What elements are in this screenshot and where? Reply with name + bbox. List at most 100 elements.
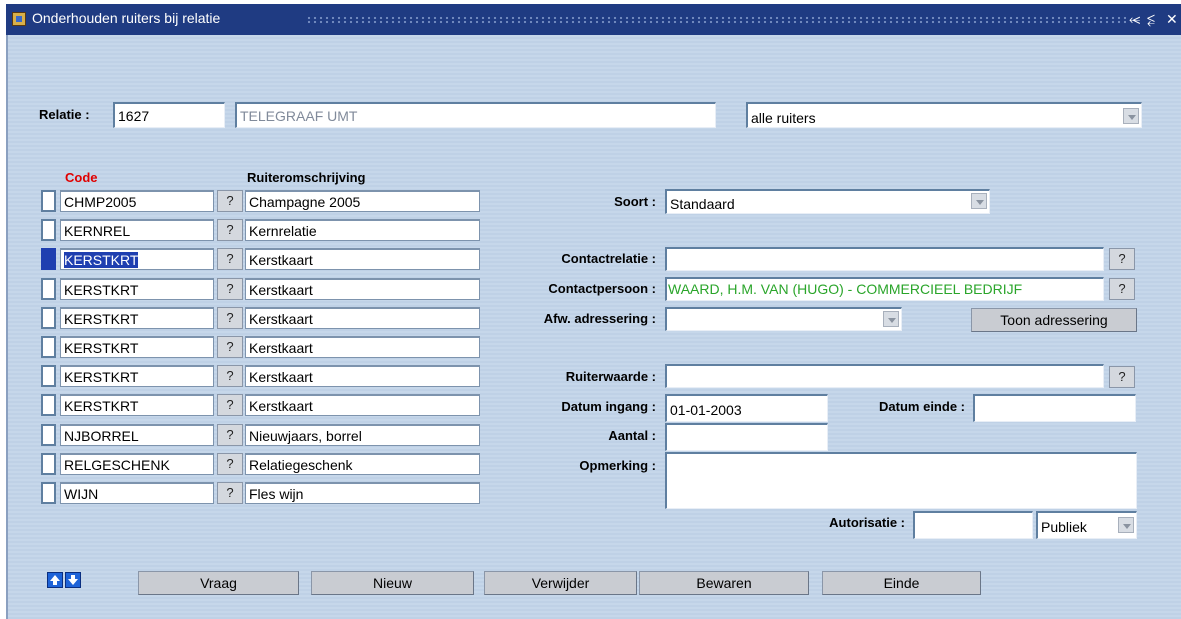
autorisatie-field[interactable]: [913, 511, 1033, 539]
row-code-lookup-button[interactable]: ?: [217, 394, 243, 416]
row-selector[interactable]: [41, 248, 56, 270]
close-button[interactable]: ✕: [1166, 10, 1178, 28]
visibility-dropdown[interactable]: Publiek: [1036, 511, 1137, 539]
row-code-field[interactable]: KERSTKRT: [60, 394, 214, 416]
row-code-lookup-button[interactable]: ?: [217, 424, 243, 446]
row-selector[interactable]: [41, 365, 56, 387]
row-code-value: KERSTKRT: [64, 311, 139, 327]
chevron-down-icon[interactable]: [1123, 108, 1139, 124]
row-code-value: KERSTKRT: [64, 252, 139, 268]
window-title: Onderhouden ruiters bij relatie: [32, 10, 221, 26]
arrow-up-icon: [50, 575, 60, 585]
row-code-field[interactable]: KERSTKRT: [60, 336, 214, 358]
chevron-down-icon[interactable]: [971, 193, 987, 209]
maximize-button[interactable]: ⥶: [1147, 10, 1155, 28]
row-code-value: KERSTKRT: [64, 398, 139, 414]
opmerking-textarea[interactable]: [665, 452, 1137, 509]
verwijder-button[interactable]: Verwijder: [484, 571, 637, 595]
row-selector[interactable]: [41, 307, 56, 329]
row-description-field[interactable]: Kerstkaart: [245, 278, 480, 300]
ruiter-filter-value: alle ruiters: [751, 110, 816, 126]
row-description-field[interactable]: Kerstkaart: [245, 248, 480, 270]
visibility-value: Publiek: [1041, 519, 1087, 535]
row-code-lookup-button[interactable]: ?: [217, 336, 243, 358]
afw-adressering-dropdown[interactable]: [665, 307, 902, 331]
row-description-field[interactable]: Kerstkaart: [245, 365, 480, 387]
row-code-lookup-button[interactable]: ?: [217, 278, 243, 300]
row-code-field[interactable]: KERSTKRT: [60, 248, 214, 270]
ruiterwaarde-lookup-button[interactable]: ?: [1109, 366, 1135, 388]
relatie-name-field[interactable]: TELEGRAAF UMT: [235, 102, 716, 128]
opmerking-label: Opmerking :: [579, 458, 656, 473]
row-code-value: WIJN: [64, 486, 99, 502]
datum-ingang-field[interactable]: 01-01-2003: [665, 394, 828, 422]
row-code-field[interactable]: RELGESCHENK: [60, 453, 214, 475]
row-code-value: RELGESCHENK: [64, 457, 170, 473]
row-code-field[interactable]: CHMP2005: [60, 190, 214, 212]
row-code-field[interactable]: WIJN: [60, 482, 214, 504]
row-selector[interactable]: [41, 219, 56, 241]
app-icon: [12, 12, 26, 26]
toon-adressering-button[interactable]: Toon adressering: [971, 308, 1137, 332]
datum-einde-field[interactable]: [973, 394, 1136, 422]
previous-record-button[interactable]: [47, 572, 63, 588]
ruiterwaarde-field[interactable]: [665, 364, 1104, 388]
row-description-field[interactable]: Kerstkaart: [245, 307, 480, 329]
row-selector[interactable]: [41, 190, 56, 212]
soort-dropdown[interactable]: Standaard: [665, 189, 990, 214]
row-code-lookup-button[interactable]: ?: [217, 453, 243, 475]
row-code-lookup-button[interactable]: ?: [217, 365, 243, 387]
row-code-lookup-button[interactable]: ?: [217, 307, 243, 329]
row-code-field[interactable]: KERSTKRT: [60, 365, 214, 387]
row-description-field[interactable]: Relatiegeschenk: [245, 453, 480, 475]
row-selector[interactable]: [41, 394, 56, 416]
minimize-button[interactable]: ⥷: [1129, 10, 1140, 28]
row-code-value: KERNREL: [64, 223, 131, 239]
ruiter-filter-dropdown[interactable]: alle ruiters: [746, 102, 1142, 128]
row-code-field[interactable]: KERNREL: [60, 219, 214, 241]
chevron-down-icon[interactable]: [1118, 517, 1134, 533]
nieuw-button[interactable]: Nieuw: [311, 571, 474, 595]
contactpersoon-label: Contactpersoon :: [548, 281, 656, 296]
contactrelatie-lookup-button[interactable]: ?: [1109, 248, 1135, 270]
soort-label: Soort :: [614, 194, 656, 209]
contactrelatie-field[interactable]: [665, 247, 1104, 271]
description-column-header: Ruiteromschrijving: [247, 170, 366, 185]
row-selector[interactable]: [41, 278, 56, 300]
row-description-field[interactable]: Nieuwjaars, borrel: [245, 424, 480, 446]
afw-adressering-label: Afw. adressering :: [543, 311, 656, 326]
contactpersoon-field[interactable]: WAARD, H.M. VAN (HUGO) - COMMERCIEEL BED…: [665, 277, 1104, 301]
row-code-lookup-button[interactable]: ?: [217, 219, 243, 241]
row-code-lookup-button[interactable]: ?: [217, 248, 243, 270]
row-description-field[interactable]: Kerstkaart: [245, 394, 480, 416]
next-record-button[interactable]: [65, 572, 81, 588]
row-description-field[interactable]: Kernrelatie: [245, 219, 480, 241]
row-code-lookup-button[interactable]: ?: [217, 482, 243, 504]
row-code-value: NJBORREL: [64, 428, 139, 444]
row-description-field[interactable]: Fles wijn: [245, 482, 480, 504]
relatie-number-field[interactable]: 1627: [113, 102, 225, 128]
row-code-field[interactable]: NJBORREL: [60, 424, 214, 446]
row-description-field[interactable]: Champagne 2005: [245, 190, 480, 212]
title-bar-texture: [306, 16, 1126, 24]
row-selector[interactable]: [41, 482, 56, 504]
aantal-field[interactable]: [665, 423, 828, 451]
relatie-label: Relatie :: [39, 107, 90, 122]
code-column-header: Code: [65, 170, 98, 185]
soort-value: Standaard: [670, 196, 735, 212]
row-selector[interactable]: [41, 453, 56, 475]
row-code-field[interactable]: KERSTKRT: [60, 307, 214, 329]
row-code-value: KERSTKRT: [64, 282, 139, 298]
contactpersoon-lookup-button[interactable]: ?: [1109, 278, 1135, 300]
row-code-lookup-button[interactable]: ?: [217, 190, 243, 212]
chevron-down-icon[interactable]: [883, 311, 899, 327]
row-code-field[interactable]: KERSTKRT: [60, 278, 214, 300]
contactrelatie-label: Contactrelatie :: [561, 251, 656, 266]
row-selector[interactable]: [41, 424, 56, 446]
einde-button[interactable]: Einde: [822, 571, 981, 595]
row-description-field[interactable]: Kerstkaart: [245, 336, 480, 358]
bewaren-button[interactable]: Bewaren: [639, 571, 809, 595]
row-selector[interactable]: [41, 336, 56, 358]
arrow-down-icon: [68, 575, 78, 585]
vraag-button[interactable]: Vraag: [138, 571, 299, 595]
